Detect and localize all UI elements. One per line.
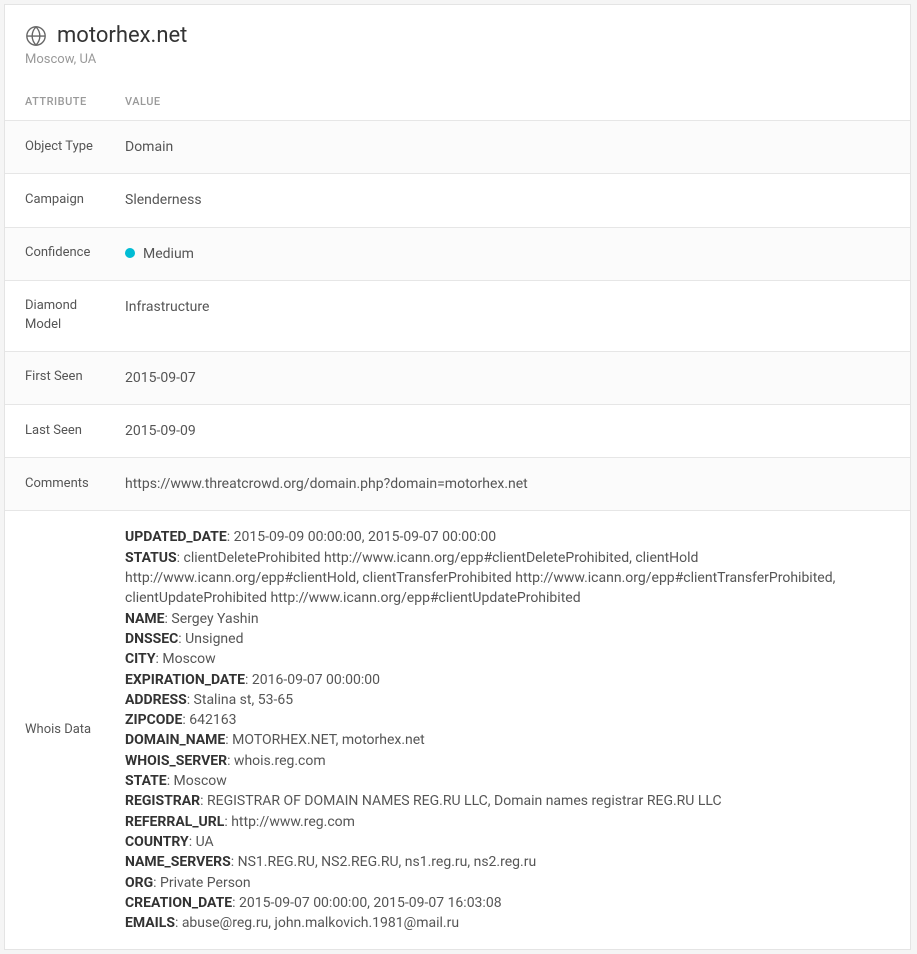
whois-line: WHOIS_SERVER: whois.reg.com xyxy=(125,751,890,771)
whois-key: COUNTRY xyxy=(125,834,189,850)
whois-value: : Moscow xyxy=(167,773,227,789)
whois-line: ADDRESS: Stalina st, 53-65 xyxy=(125,690,890,710)
whois-key: NAME xyxy=(125,611,165,627)
whois-key: DOMAIN_NAME xyxy=(125,732,225,748)
detail-card: motorhex.net Moscow, UA ATTRIBUTE VALUE … xyxy=(4,4,911,950)
table-row: Comments https://www.threatcrowd.org/dom… xyxy=(5,458,910,511)
whois-line: REFERRAL_URL: http://www.reg.com xyxy=(125,812,890,832)
whois-value: : Private Person xyxy=(153,875,250,891)
column-value: VALUE xyxy=(105,83,910,121)
whois-value: : clientDeleteProhibited http://www.ican… xyxy=(125,550,835,607)
attr-label-whois: Whois Data xyxy=(5,511,105,949)
whois-line: ZIPCODE: 642163 xyxy=(125,710,890,730)
whois-key: NAME_SERVERS xyxy=(125,854,231,870)
confidence-dot-icon xyxy=(125,248,135,258)
whois-value: : REGISTRAR OF DOMAIN NAMES REG.RU LLC, … xyxy=(200,793,721,809)
confidence-text: Medium xyxy=(143,246,194,262)
whois-key: ORG xyxy=(125,875,153,891)
whois-line: DOMAIN_NAME: MOTORHEX.NET, motorhex.net xyxy=(125,730,890,750)
whois-line: UPDATED_DATE: 2015-09-09 00:00:00, 2015-… xyxy=(125,527,890,547)
whois-value: : 2015-09-09 00:00:00, 2015-09-07 00:00:… xyxy=(227,529,496,545)
whois-line: NAME: Sergey Yashin xyxy=(125,609,890,629)
column-attribute: ATTRIBUTE xyxy=(5,83,105,121)
attr-value-comments: https://www.threatcrowd.org/domain.php?d… xyxy=(105,458,910,511)
whois-key: ADDRESS xyxy=(125,692,187,708)
whois-key: STATE xyxy=(125,773,167,789)
attr-value-last-seen: 2015-09-09 xyxy=(105,404,910,457)
table-header-row: ATTRIBUTE VALUE xyxy=(5,83,910,121)
table-row: Last Seen 2015-09-09 xyxy=(5,404,910,457)
attr-label-last-seen: Last Seen xyxy=(5,404,105,457)
whois-line: COUNTRY: UA xyxy=(125,832,890,852)
whois-value: : Unsigned xyxy=(178,631,243,647)
whois-key: REFERRAL_URL xyxy=(125,814,224,830)
attr-value-whois: UPDATED_DATE: 2015-09-09 00:00:00, 2015-… xyxy=(105,511,910,949)
whois-key: STATUS xyxy=(125,550,177,566)
attr-label-confidence: Confidence xyxy=(5,227,105,280)
whois-value: : UA xyxy=(189,834,214,850)
whois-key: EXPIRATION_DATE xyxy=(125,672,245,688)
whois-value: : NS1.REG.RU, NS2.REG.RU, ns1.reg.ru, ns… xyxy=(231,854,536,870)
whois-line: CITY: Moscow xyxy=(125,649,890,669)
table-row: Whois Data UPDATED_DATE: 2015-09-09 00:0… xyxy=(5,511,910,949)
whois-key: CREATION_DATE xyxy=(125,895,232,911)
whois-value: : whois.reg.com xyxy=(227,753,326,769)
attr-label-comments: Comments xyxy=(5,458,105,511)
whois-value: : abuse@reg.ru, john.malkovich.1981@mail… xyxy=(175,915,459,931)
whois-key: WHOIS_SERVER xyxy=(125,753,227,769)
attr-label-diamond-model: Diamond Model xyxy=(5,280,105,351)
card-header: motorhex.net Moscow, UA xyxy=(5,5,910,83)
table-row: First Seen 2015-09-07 xyxy=(5,351,910,404)
whois-line: EXPIRATION_DATE: 2016-09-07 00:00:00 xyxy=(125,670,890,690)
attr-value-diamond-model: Infrastructure xyxy=(105,280,910,351)
whois-line: STATE: Moscow xyxy=(125,771,890,791)
page-subtitle: Moscow, UA xyxy=(25,52,890,67)
whois-line: STATUS: clientDeleteProhibited http://ww… xyxy=(125,548,890,609)
whois-value: : http://www.reg.com xyxy=(224,814,355,830)
title-row: motorhex.net xyxy=(25,23,890,48)
page-title: motorhex.net xyxy=(57,23,187,48)
table-row: Diamond Model Infrastructure xyxy=(5,280,910,351)
attr-value-object-type: Domain xyxy=(105,121,910,174)
whois-key: ZIPCODE xyxy=(125,712,182,728)
attributes-table: ATTRIBUTE VALUE Object Type Domain Campa… xyxy=(5,83,910,949)
whois-line: ORG: Private Person xyxy=(125,873,890,893)
whois-value: : 642163 xyxy=(182,712,236,728)
table-row: Campaign Slenderness xyxy=(5,174,910,227)
whois-key: UPDATED_DATE xyxy=(125,529,227,545)
attr-label-first-seen: First Seen xyxy=(5,351,105,404)
whois-key: EMAILS xyxy=(125,915,175,931)
whois-value: : Sergey Yashin xyxy=(165,611,259,627)
whois-value: : Moscow xyxy=(156,651,216,667)
whois-value: : MOTORHEX.NET, motorhex.net xyxy=(225,732,424,748)
whois-value: : 2015-09-07 00:00:00, 2015-09-07 16:03:… xyxy=(232,895,501,911)
table-row: Confidence Medium xyxy=(5,227,910,280)
whois-line: NAME_SERVERS: NS1.REG.RU, NS2.REG.RU, ns… xyxy=(125,852,890,872)
whois-line: DNSSEC: Unsigned xyxy=(125,629,890,649)
whois-key: CITY xyxy=(125,651,156,667)
whois-key: REGISTRAR xyxy=(125,793,200,809)
whois-line: REGISTRAR: REGISTRAR OF DOMAIN NAMES REG… xyxy=(125,791,890,811)
whois-key: DNSSEC xyxy=(125,631,178,647)
attr-label-campaign: Campaign xyxy=(5,174,105,227)
whois-value: : 2016-09-07 00:00:00 xyxy=(245,672,380,688)
attr-value-first-seen: 2015-09-07 xyxy=(105,351,910,404)
globe-icon xyxy=(25,25,47,47)
whois-value: : Stalina st, 53-65 xyxy=(187,692,293,708)
attr-label-object-type: Object Type xyxy=(5,121,105,174)
attr-value-confidence: Medium xyxy=(105,227,910,280)
whois-line: EMAILS: abuse@reg.ru, john.malkovich.198… xyxy=(125,913,890,933)
table-row: Object Type Domain xyxy=(5,121,910,174)
attr-value-campaign: Slenderness xyxy=(105,174,910,227)
